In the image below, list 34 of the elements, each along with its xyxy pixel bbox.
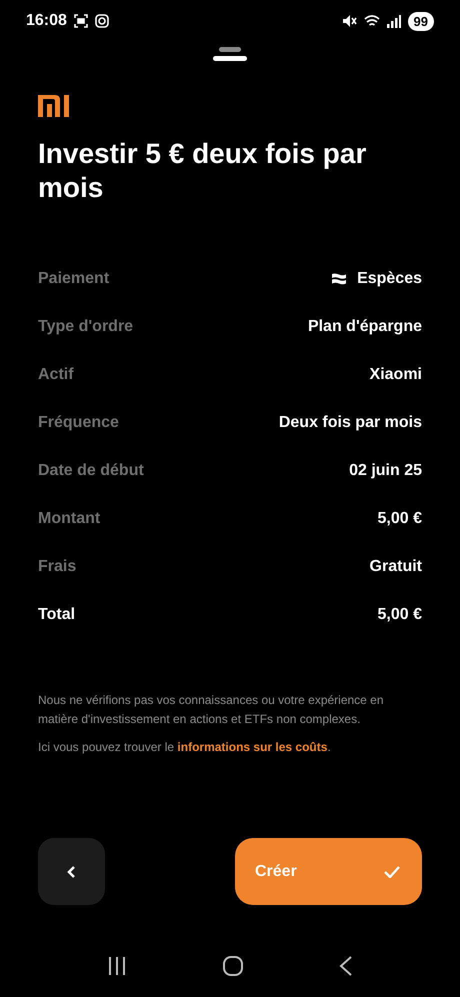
row-value: Espèces	[357, 270, 422, 288]
cash-icon	[331, 273, 348, 285]
row-value: Plan d'épargne	[308, 318, 422, 336]
signal-icon	[386, 14, 401, 28]
recents-icon[interactable]	[107, 957, 128, 975]
row-value: 02 juin 25	[349, 462, 422, 480]
row-label: Frais	[38, 558, 76, 576]
battery-level: 99	[408, 12, 434, 30]
home-icon[interactable]	[222, 955, 244, 977]
costs-link[interactable]: informations sur les coûts	[177, 740, 328, 754]
mute-icon	[342, 14, 357, 28]
row-label: Date de début	[38, 462, 144, 480]
logo-icon	[38, 95, 72, 117]
row-label: Montant	[38, 510, 100, 528]
row-label: Actif	[38, 366, 74, 384]
row-label: Fréquence	[38, 414, 119, 432]
camera-icon	[94, 14, 109, 28]
chevron-left-icon	[67, 864, 76, 878]
row-label: Type d'ordre	[38, 318, 134, 336]
row-value: Gratuit	[370, 558, 422, 576]
page-title: Investir 5 € deux fois par mois	[38, 137, 368, 205]
row-value: 5,00 €	[378, 510, 422, 528]
clock: 16:08	[26, 12, 67, 30]
check-icon	[384, 866, 400, 878]
back-icon[interactable]	[338, 956, 353, 976]
row-label: Total	[38, 606, 76, 624]
row-label: Paiement	[38, 270, 110, 288]
wifi-icon	[364, 14, 380, 28]
row-value: Xiaomi	[370, 366, 422, 384]
row-value: 5,00 €	[378, 606, 422, 624]
disclaimer-text: Nous ne vérifions pas vos connaissances ou votre expérience en matière d'investissement en actions et ETFs non complexes.	[38, 692, 385, 728]
row-value: Deux fois par mois	[278, 414, 422, 432]
costs-note: Ici vous pouvez trouver le informations sur les coûts.	[38, 739, 332, 756]
screenshot-icon	[74, 14, 88, 28]
